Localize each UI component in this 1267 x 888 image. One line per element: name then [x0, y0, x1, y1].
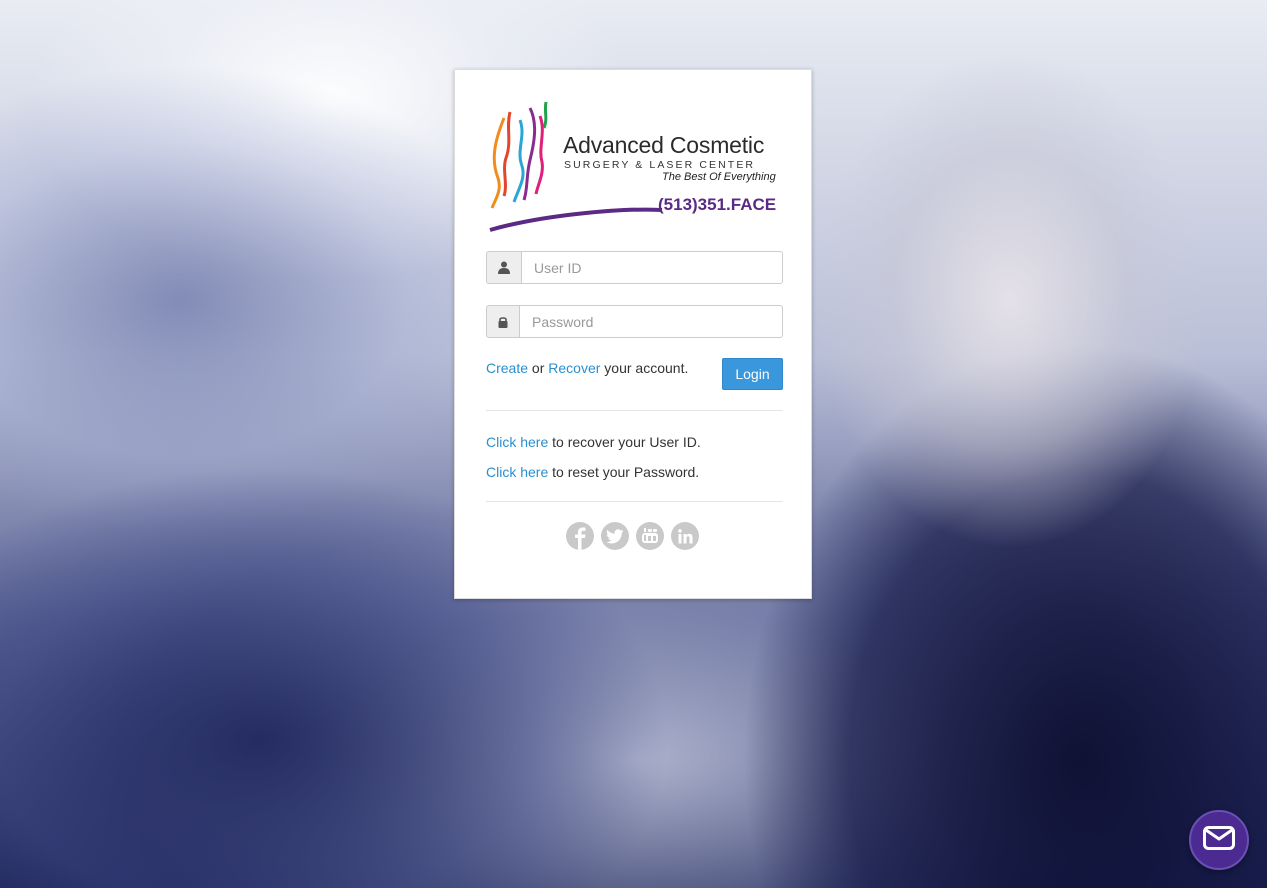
social-links — [566, 522, 699, 550]
password-input[interactable] — [519, 305, 783, 338]
linkedin-icon[interactable] — [671, 522, 699, 550]
logo-phone: (513)351.FACE — [658, 195, 777, 214]
account-links: Create or Recover your account. — [486, 360, 688, 376]
recover-user-id-line: Click here to recover your User ID. — [486, 434, 701, 450]
logo-title: Advanced Cosmetic — [563, 132, 765, 158]
divider-bottom — [486, 501, 783, 502]
login-card: Advanced Cosmetic SURGERY & LASER CENTER… — [454, 69, 812, 599]
user-id-input[interactable] — [521, 251, 783, 284]
or-text: or — [528, 360, 549, 376]
reset-password-text: to reset your Password. — [548, 464, 700, 480]
recover-user-id-text: to recover your User ID. — [548, 434, 701, 450]
recover-account-link[interactable]: Recover — [548, 360, 600, 376]
youtube-icon[interactable] — [636, 522, 664, 550]
reset-password-line: Click here to reset your Password. — [486, 464, 699, 480]
twitter-icon[interactable] — [601, 522, 629, 550]
password-group — [486, 305, 783, 338]
facebook-icon[interactable] — [566, 522, 594, 550]
create-account-link[interactable]: Create — [486, 360, 528, 376]
lock-icon — [486, 305, 519, 338]
logo-subtitle: SURGERY & LASER CENTER — [564, 159, 756, 171]
recover-user-id-link[interactable]: Click here — [486, 434, 548, 450]
logo-tagline: The Best Of Everything — [662, 171, 776, 183]
user-id-group — [486, 251, 783, 284]
mail-icon — [1203, 825, 1235, 855]
user-icon — [486, 251, 521, 284]
login-button[interactable]: Login — [722, 358, 783, 390]
account-suffix-text: your account. — [600, 360, 689, 376]
clinic-logo: Advanced Cosmetic SURGERY & LASER CENTER… — [486, 98, 784, 234]
divider-top — [486, 410, 783, 411]
reset-password-link[interactable]: Click here — [486, 464, 548, 480]
contact-mail-button[interactable] — [1189, 810, 1249, 870]
